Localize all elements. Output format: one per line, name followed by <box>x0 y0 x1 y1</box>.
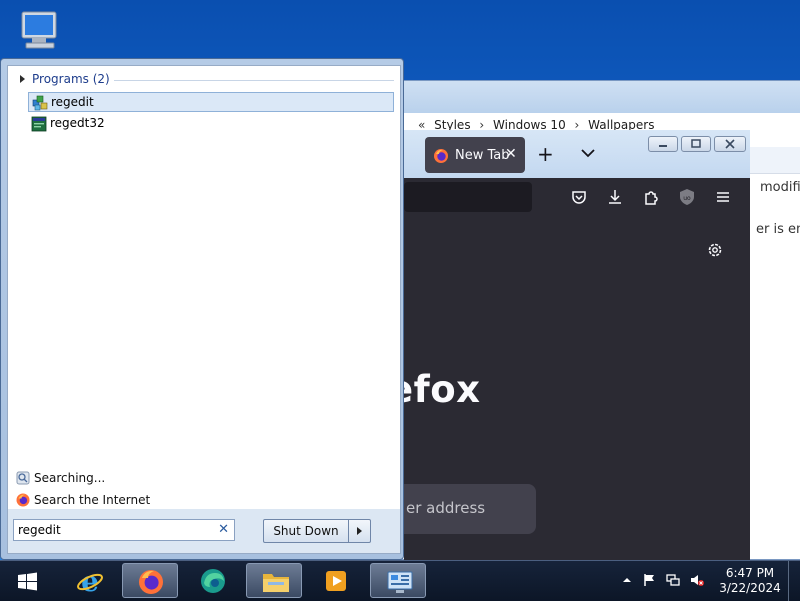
search-input[interactable]: ✕ <box>13 519 235 541</box>
explorer-details-pane: modifie er is em <box>749 137 800 559</box>
result-regedt32[interactable]: regedt32 <box>28 114 394 134</box>
taskbar-edge[interactable] <box>184 563 240 598</box>
control-panel-icon <box>387 571 413 593</box>
programs-group-header[interactable]: Programs (2) <box>14 72 394 88</box>
maximize-button[interactable] <box>681 136 711 152</box>
explorer-titlebar <box>401 81 800 113</box>
details-text: er is em <box>756 222 800 237</box>
pocket-icon[interactable] <box>570 188 588 206</box>
clock[interactable]: 6:47 PM 3/22/2024 <box>712 566 788 596</box>
chevron-down-icon[interactable] <box>580 146 596 160</box>
volume-muted-icon[interactable] <box>690 573 704 587</box>
edge-icon <box>201 569 225 593</box>
close-tab-icon[interactable]: ✕ <box>505 146 517 162</box>
clock-date: 3/22/2024 <box>719 581 781 595</box>
divider <box>114 80 394 81</box>
minimize-button[interactable] <box>648 136 678 152</box>
firefox-icon <box>139 570 163 594</box>
tab-new-tab[interactable]: New Tab ✕ <box>425 137 525 173</box>
internet-label: Search the Internet <box>34 493 151 507</box>
show-hidden-icons-icon[interactable] <box>620 573 634 587</box>
firefox-window: New Tab ✕ + uo efox er address <box>388 130 750 560</box>
windows-start-icon[interactable] <box>10 569 46 595</box>
clear-search-icon[interactable]: ✕ <box>218 522 229 537</box>
taskbar: e 6:47 PM 3/22/2024 <box>0 560 800 601</box>
searching-status: Searching... <box>16 471 105 489</box>
taskbar-firefox[interactable] <box>122 563 178 598</box>
extensions-icon[interactable] <box>642 188 660 206</box>
svg-text:uo: uo <box>683 195 691 202</box>
ublock-origin-icon[interactable]: uo <box>678 188 696 206</box>
firefox-icon <box>16 493 30 507</box>
new-tab-page: efox er address <box>388 218 750 560</box>
group-label: Programs (2) <box>32 72 110 86</box>
action-center-flag-icon[interactable] <box>642 573 656 587</box>
result-label: regedit <box>51 95 94 109</box>
taskbar-media-player[interactable] <box>308 563 364 598</box>
menu-icon[interactable] <box>714 188 732 206</box>
computer-desktop-icon[interactable] <box>16 10 64 56</box>
file-explorer-icon <box>263 574 289 592</box>
firefox-icon <box>434 149 448 163</box>
taskbar-file-explorer[interactable] <box>246 563 302 598</box>
svg-text:e: e <box>81 567 99 595</box>
details-text: modifie <box>760 180 800 195</box>
gear-icon[interactable] <box>706 241 724 259</box>
result-label: regedt32 <box>50 116 105 130</box>
tab-label: New Tab <box>455 148 510 163</box>
navigation-toolbar: uo <box>404 178 750 218</box>
new-tab-plus-icon[interactable]: + <box>537 144 554 164</box>
taskbar-control-panel[interactable] <box>370 563 426 598</box>
searching-label: Searching... <box>34 471 106 485</box>
start-menu: Programs (2) regedit regedt32 Searching.… <box>0 58 404 560</box>
search-results-panel: Programs (2) regedit regedt32 Searching.… <box>7 65 401 511</box>
registry-editor-icon <box>31 116 47 132</box>
network-icon[interactable] <box>666 573 680 587</box>
show-desktop-button[interactable] <box>788 561 800 601</box>
result-regedit[interactable]: regedit <box>28 92 394 112</box>
shutdown-button[interactable]: Shut Down <box>263 519 349 543</box>
registry-editor-icon <box>32 95 48 111</box>
media-player-icon <box>326 571 346 591</box>
url-bar[interactable] <box>404 182 532 212</box>
column-header <box>750 147 800 174</box>
search-text[interactable] <box>18 522 208 538</box>
shutdown-options-button[interactable] <box>349 519 371 543</box>
expand-arrow-icon <box>20 75 25 83</box>
internet-explorer-icon: e <box>77 567 103 595</box>
search-progress-icon <box>16 471 30 485</box>
search-placeholder: er address <box>406 499 486 517</box>
close-window-button[interactable] <box>714 136 746 152</box>
clock-time: 6:47 PM <box>725 566 775 580</box>
download-icon[interactable] <box>606 188 624 206</box>
taskbar-internet-explorer[interactable]: e <box>62 563 118 598</box>
search-address-box[interactable]: er address <box>394 484 536 534</box>
tab-strip: New Tab ✕ + <box>404 130 750 178</box>
